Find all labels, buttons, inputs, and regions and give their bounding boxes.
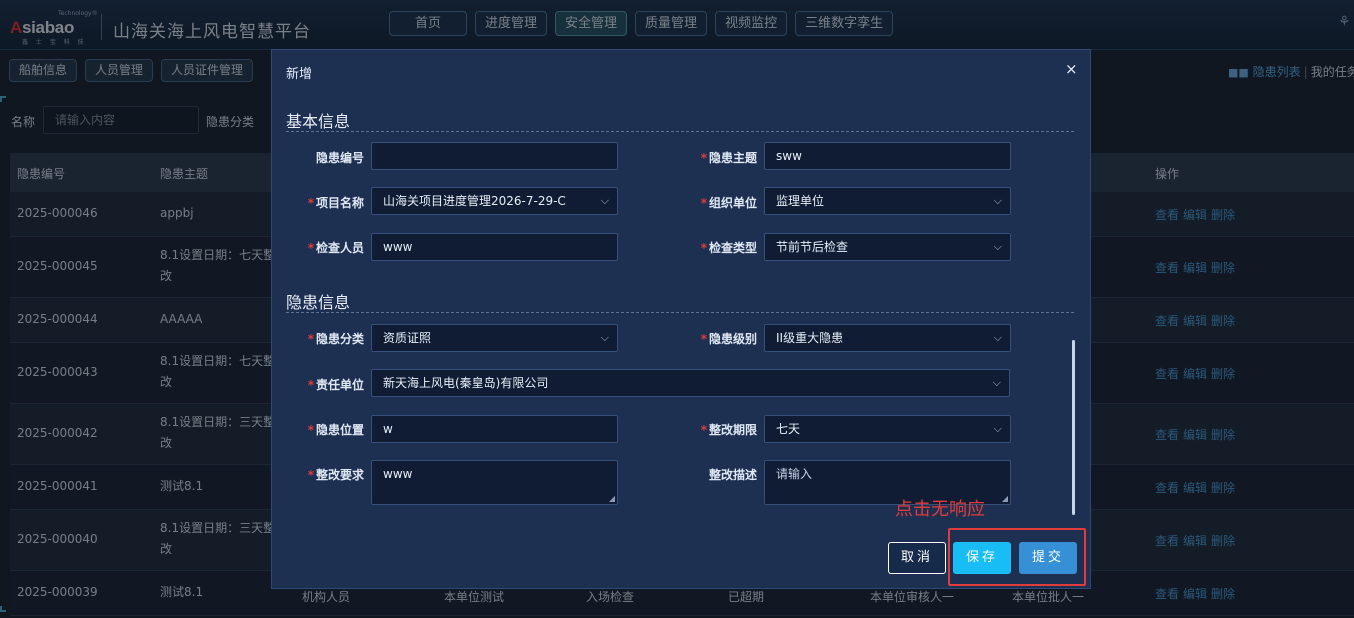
chevron-down-icon: ⌵ <box>600 194 609 207</box>
chevron-down-icon: ⌵ <box>992 376 1001 389</box>
hazard-no-label: 隐患编号 <box>315 151 364 165</box>
chevron-down-icon: ⌵ <box>993 240 1002 253</box>
project-name-select[interactable]: 山海关项目进度管理2026-7-29-C ⌵ <box>371 187 618 215</box>
hazard-topic-label: * 隐患主题 <box>700 151 757 165</box>
dialog-title: 新增 <box>286 67 313 82</box>
rectify-deadline-select[interactable]: 七天 ⌵ <box>764 415 1011 443</box>
inspector-label: * 检查人员 <box>307 241 364 255</box>
section-hazard-info: 隐患信息 <box>286 293 351 312</box>
hazard-category-label: * 隐患分类 <box>307 332 364 346</box>
rectify-req-label: * 整改要求 <box>307 468 364 482</box>
inspect-type-label: * 检查类型 <box>700 241 757 255</box>
section-divider <box>286 312 1074 313</box>
hazard-location-label: * 隐患位置 <box>307 423 364 437</box>
resp-unit-label: * 责任单位 <box>307 378 364 392</box>
hazard-location-input[interactable]: w <box>371 415 618 443</box>
save-button[interactable]: 保存 <box>953 542 1011 574</box>
cancel-button[interactable]: 取消 <box>888 542 946 574</box>
inspector-input[interactable]: www <box>371 233 618 261</box>
hazard-no-input[interactable] <box>371 142 618 170</box>
section-basic-info: 基本信息 <box>286 112 351 131</box>
chevron-down-icon: ⌵ <box>993 194 1002 207</box>
rectify-desc-label: 整改描述 <box>708 468 757 482</box>
hazard-level-select[interactable]: II级重大隐患 ⌵ <box>764 324 1011 352</box>
submit-button[interactable]: 提交 <box>1019 542 1077 574</box>
inspect-type-select[interactable]: 节前节后检查 ⌵ <box>764 233 1011 261</box>
section-divider <box>286 131 1074 132</box>
rectify-deadline-label: * 整改期限 <box>700 423 757 437</box>
close-icon[interactable]: × <box>1065 60 1078 78</box>
project-name-label: * 项目名称 <box>307 196 364 210</box>
hazard-topic-input[interactable]: sww <box>764 142 1011 170</box>
resize-handle-icon[interactable]: ◢ <box>1002 495 1008 503</box>
hazard-category-select[interactable]: 资质证照 ⌵ <box>371 324 618 352</box>
chevron-down-icon: ⌵ <box>993 331 1002 344</box>
chevron-down-icon: ⌵ <box>993 422 1002 435</box>
resize-handle-icon[interactable]: ◢ <box>609 495 615 503</box>
dialog-scrollbar[interactable] <box>1072 340 1075 515</box>
chevron-down-icon: ⌵ <box>600 331 609 344</box>
annotation-note: 点击无响应 <box>895 499 985 520</box>
org-unit-label: * 组织单位 <box>700 196 757 210</box>
hazard-level-label: * 隐患级别 <box>700 332 757 346</box>
resp-unit-select[interactable]: 新天海上风电(秦皇岛)有限公司 ⌵ <box>371 369 1010 397</box>
org-unit-select[interactable]: 监理单位 ⌵ <box>764 187 1011 215</box>
rectify-req-textarea[interactable]: www ◢ <box>371 460 618 505</box>
